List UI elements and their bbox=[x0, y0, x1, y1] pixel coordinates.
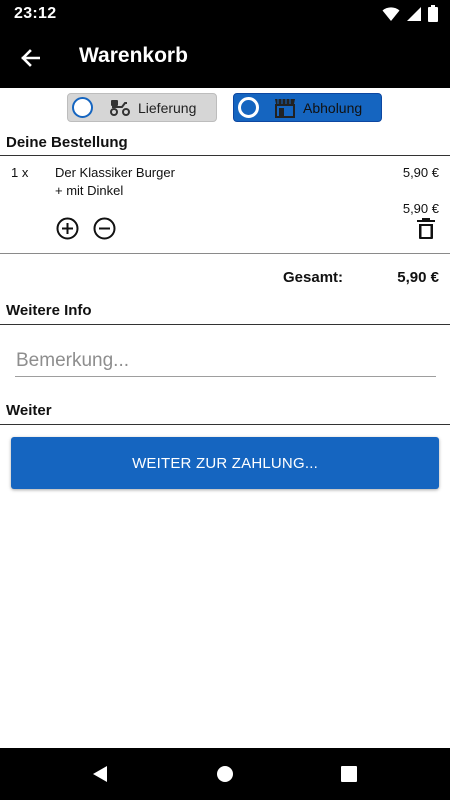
pickup-radio[interactable] bbox=[238, 97, 259, 118]
triangle-back-icon bbox=[93, 766, 107, 782]
square-recents-icon bbox=[341, 766, 357, 782]
order-section-title: Deine Bestellung bbox=[6, 134, 128, 151]
wifi-icon bbox=[382, 6, 400, 21]
divider bbox=[0, 155, 450, 156]
remark-input[interactable] bbox=[15, 345, 436, 377]
pickup-option[interactable]: Abholung bbox=[233, 93, 382, 122]
divider bbox=[0, 253, 450, 254]
status-bar: 23:12 bbox=[0, 0, 450, 28]
storefront-icon bbox=[275, 99, 295, 118]
minus-circle-icon[interactable] bbox=[93, 217, 116, 240]
scooter-icon bbox=[110, 100, 130, 116]
total-value: 5,90 € bbox=[397, 269, 439, 286]
plus-circle-icon[interactable] bbox=[56, 217, 79, 240]
item-quantity: 1 x bbox=[11, 165, 29, 180]
pickup-label: Abholung bbox=[303, 100, 363, 116]
system-nav-bar bbox=[0, 748, 450, 800]
delivery-label: Lieferung bbox=[138, 100, 197, 116]
delivery-option[interactable]: Lieferung bbox=[67, 93, 217, 122]
nav-home-button[interactable] bbox=[213, 762, 237, 786]
delivery-radio[interactable] bbox=[72, 97, 93, 118]
trash-icon[interactable] bbox=[416, 217, 436, 240]
item-price: 5,90 € bbox=[402, 165, 439, 180]
info-section-title: Weitere Info bbox=[6, 302, 92, 319]
app-bar: Warenkorb bbox=[0, 28, 450, 88]
status-time: 23:12 bbox=[14, 5, 57, 22]
nav-recents-button[interactable] bbox=[337, 762, 361, 786]
divider bbox=[0, 324, 450, 325]
item-name: Der Klassiker Burger bbox=[55, 165, 175, 180]
status-icons bbox=[382, 5, 438, 22]
battery-icon bbox=[428, 5, 438, 22]
back-button[interactable] bbox=[14, 42, 46, 74]
item-subtotal: 5,90 € bbox=[402, 201, 439, 216]
circle-home-icon bbox=[217, 766, 233, 782]
next-section-title: Weiter bbox=[6, 402, 52, 419]
continue-to-payment-button[interactable]: WEITER ZUR ZAHLUNG... bbox=[11, 437, 439, 489]
arrow-left-icon bbox=[21, 49, 40, 67]
page-title: Warenkorb bbox=[79, 44, 188, 67]
divider bbox=[0, 424, 450, 425]
nav-back-button[interactable] bbox=[88, 762, 112, 786]
signal-icon bbox=[407, 6, 421, 21]
item-extra: + mit Dinkel bbox=[55, 183, 124, 198]
total-label: Gesamt: bbox=[283, 269, 344, 286]
